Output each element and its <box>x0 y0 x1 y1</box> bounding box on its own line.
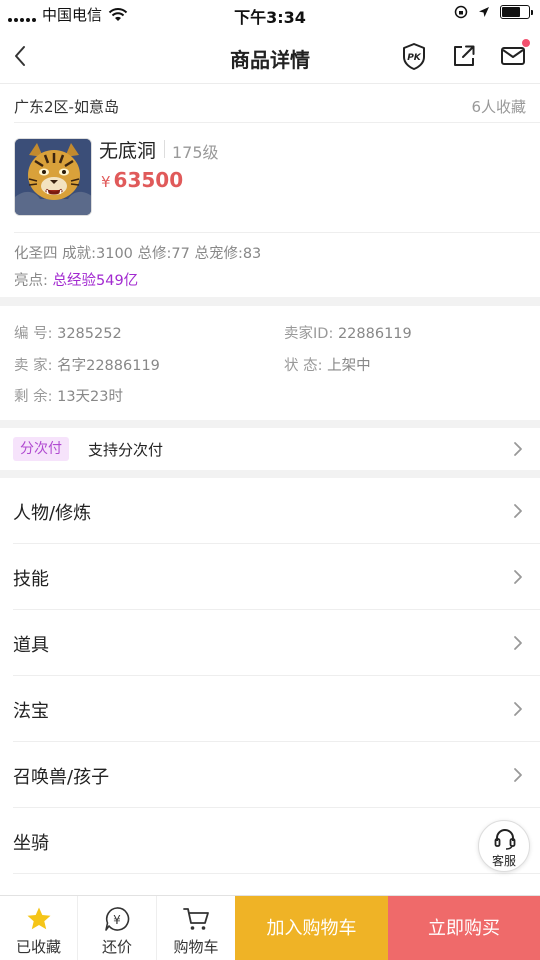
nav-bar: 商品详情 PK <box>0 28 540 84</box>
installment-badge: 分次付 <box>13 437 69 461</box>
favorite-count: 6人收藏 <box>471 98 526 116</box>
server-row: 广东2区-如意岛 6人收藏 <box>14 96 526 118</box>
bargain-button[interactable]: ¥ 还价 <box>78 896 156 960</box>
menu-item-treasures[interactable]: 法宝 <box>0 676 540 742</box>
menu-item-label: 坐骑 <box>13 833 49 854</box>
pk-icon[interactable]: PK <box>400 42 428 70</box>
svg-text:¥: ¥ <box>113 913 121 927</box>
battery-fill <box>502 7 520 17</box>
divider <box>13 873 540 874</box>
bottom-action-bar: 已收藏 ¥ 还价 购物车 加入购物车 立即购买 <box>0 895 540 960</box>
seller: 卖 家: 名字22886119 <box>14 354 160 375</box>
character-name: 无底洞 <box>99 140 157 162</box>
trade-info-section: 编 号: 3285252 卖家ID: 22886119 卖 家: 名字22886… <box>0 306 540 420</box>
cart-icon <box>183 908 209 930</box>
installment-text: 支持分次付 <box>88 441 164 459</box>
status-label: 状 态: <box>284 358 323 374</box>
menu-item-label: 召唤兽/孩子 <box>13 767 110 788</box>
highlight-value: 总经验549亿 <box>52 273 139 289</box>
chevron-right-icon <box>514 768 522 782</box>
seller-label: 卖 家: <box>14 358 53 374</box>
headset-icon <box>494 829 516 850</box>
menu-item-label: 道具 <box>13 635 49 656</box>
chevron-right-icon <box>514 504 522 518</box>
svg-text:PK: PK <box>407 53 422 63</box>
remaining-time: 剩 余: 13天23时 <box>14 385 123 406</box>
status-value: 上架中 <box>327 358 371 374</box>
chevron-right-icon <box>514 442 522 456</box>
buy-now-button[interactable]: 立即购买 <box>388 896 540 960</box>
bargain-label: 还价 <box>101 938 132 956</box>
favorite-button[interactable]: 已收藏 <box>0 896 77 960</box>
currency-symbol: ¥ <box>101 173 111 191</box>
menu-item-character[interactable]: 人物/修炼 <box>0 478 540 544</box>
menu-item-mounts[interactable]: 坐骑 <box>0 808 540 874</box>
mail-button[interactable] <box>499 39 530 70</box>
goods-section: 广东2区-如意岛 6人收藏 无底洞 175级 ¥63500 化圣四 成就:310… <box>0 84 540 297</box>
share-icon[interactable] <box>450 42 478 70</box>
star-icon <box>27 907 51 930</box>
cart-button[interactable]: 购物车 <box>157 896 235 960</box>
price: ¥63500 <box>101 168 183 192</box>
notification-dot <box>522 39 530 47</box>
tiger-avatar-image <box>15 139 91 215</box>
seller-id-value: 22886119 <box>337 326 412 342</box>
price-value: 63500 <box>113 168 184 192</box>
status-bar: 中国电信 下午3:34 <box>0 0 540 28</box>
menu-item-items[interactable]: 道具 <box>0 610 540 676</box>
character-level: 175级 <box>172 143 219 162</box>
remaining-label: 剩 余: <box>14 389 53 405</box>
installment-row[interactable]: 分次付 支持分次付 <box>0 428 540 470</box>
add-to-cart-button[interactable]: 加入购物车 <box>235 896 388 960</box>
seller-id-label: 卖家ID: <box>284 326 334 342</box>
orientation-lock-icon <box>454 5 468 19</box>
status: 状 态: 上架中 <box>284 354 371 375</box>
menu-item-pets[interactable]: 召唤兽/孩子 <box>0 742 540 808</box>
status-right <box>454 5 533 19</box>
divider <box>14 122 540 123</box>
highlight-line: 亮点: 总经验549亿 <box>14 269 138 290</box>
battery-icon <box>500 5 533 19</box>
server-name: 广东2区-如意岛 <box>14 98 119 116</box>
favorite-label: 已收藏 <box>15 938 61 956</box>
customer-service-button[interactable]: 客服 <box>478 820 530 872</box>
menu-item-skills[interactable]: 技能 <box>0 544 540 610</box>
chevron-right-icon <box>514 570 522 584</box>
menu-item-label: 法宝 <box>13 701 49 722</box>
detail-menu: 人物/修炼 技能 道具 法宝 召唤兽/孩子 坐骑 <box>0 478 540 895</box>
customer-service-label: 客服 <box>491 854 516 868</box>
divider <box>14 232 540 233</box>
character-avatar[interactable] <box>14 138 92 216</box>
seller-id: 卖家ID: 22886119 <box>284 322 412 343</box>
chevron-right-icon <box>514 702 522 716</box>
name-level-separator <box>164 140 165 158</box>
item-id-value: 3285252 <box>57 326 122 342</box>
item-id-label: 编 号: <box>14 326 53 342</box>
remaining-value: 13天23时 <box>57 389 124 405</box>
seller-value: 名字22886119 <box>57 358 160 374</box>
highlight-label: 亮点: <box>14 273 48 289</box>
bargain-icon: ¥ <box>105 907 130 931</box>
cart-label: 购物车 <box>173 938 219 956</box>
attributes-line: 化圣四 成就:3100 总修:77 总宠修:83 <box>14 246 262 262</box>
item-id: 编 号: 3285252 <box>14 322 122 343</box>
location-icon <box>479 7 489 17</box>
chevron-right-icon <box>514 636 522 650</box>
menu-item-label: 技能 <box>13 569 49 590</box>
menu-item-label: 人物/修炼 <box>13 503 92 524</box>
